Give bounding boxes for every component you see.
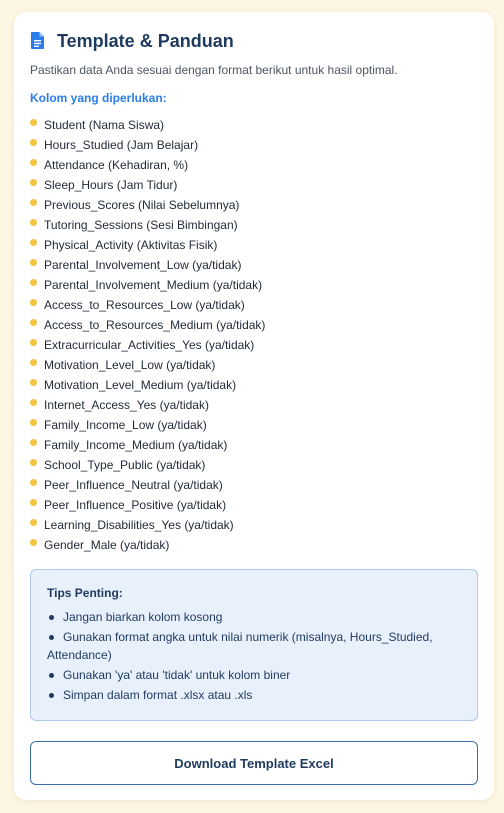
list-item: Attendance (Kehadiran, %) [30, 155, 478, 175]
column-name: School_Type_Public (ya/tidak) [44, 458, 206, 472]
tip-item: Gunakan 'ya' atau 'tidak' untuk kolom bi… [47, 666, 461, 684]
list-item: Access_to_Resources_Low (ya/tidak) [30, 295, 478, 315]
bullet-dot-icon [30, 299, 37, 306]
bullet-dot-icon [30, 119, 37, 126]
column-name: Motivation_Level_Low (ya/tidak) [44, 358, 216, 372]
page-subtitle: Pastikan data Anda sesuai dengan format … [30, 63, 398, 77]
column-name: Gender_Male (ya/tidak) [44, 538, 170, 552]
list-item: School_Type_Public (ya/tidak) [30, 455, 478, 475]
column-name: Parental_Involvement_Medium (ya/tidak) [44, 278, 263, 292]
list-item: Gender_Male (ya/tidak) [30, 535, 478, 555]
bullet-dot-icon [49, 635, 54, 640]
bullet-dot-icon [30, 239, 37, 246]
column-name: Peer_Influence_Positive (ya/tidak) [44, 498, 227, 512]
list-item: Internet_Access_Yes (ya/tidak) [30, 395, 478, 415]
tip-text: Gunakan 'ya' atau 'tidak' untuk kolom bi… [63, 668, 291, 682]
list-item: Physical_Activity (Aktivitas Fisik) [30, 235, 478, 255]
bullet-dot-icon [30, 159, 37, 166]
tip-text: Simpan dalam format .xlsx atau .xls [63, 688, 253, 702]
list-item: Parental_Involvement_Low (ya/tidak) [30, 255, 478, 275]
list-item: Previous_Scores (Nilai Sebelumnya) [30, 195, 478, 215]
bullet-dot-icon [49, 673, 54, 678]
column-name: Motivation_Level_Medium (ya/tidak) [44, 378, 237, 392]
column-name: Family_Income_Low (ya/tidak) [44, 418, 207, 432]
download-button-label: Download Template Excel [174, 755, 334, 771]
download-template-button[interactable]: Download Template Excel [30, 741, 478, 785]
bullet-dot-icon [49, 615, 54, 620]
tips-list: Jangan biarkan kolom kosong Gunakan forma… [47, 608, 461, 704]
bullet-dot-icon [30, 359, 37, 366]
list-item: Sleep_Hours (Jam Tidur) [30, 175, 478, 195]
page-title: Template & Panduan [57, 30, 234, 51]
bullet-dot-icon [30, 479, 37, 486]
column-name: Sleep_Hours (Jam Tidur) [44, 178, 178, 192]
bullet-dot-icon [30, 139, 37, 146]
columns-list: Student (Nama Siswa) Hours_Studied (Jam B… [30, 115, 478, 555]
list-item: Motivation_Level_Medium (ya/tidak) [30, 375, 478, 395]
bullet-dot-icon [30, 419, 37, 426]
list-item: Parental_Involvement_Medium (ya/tidak) [30, 275, 478, 295]
column-name: Extracurricular_Activities_Yes (ya/tidak… [44, 338, 255, 352]
bullet-dot-icon [30, 399, 37, 406]
tip-text: Jangan biarkan kolom kosong [63, 610, 223, 624]
tips-title: Tips Penting: [47, 586, 123, 600]
bullet-dot-icon [30, 539, 37, 546]
list-item: Family_Income_Low (ya/tidak) [30, 415, 478, 435]
bullet-dot-icon [30, 439, 37, 446]
list-item: Hours_Studied (Jam Belajar) [30, 135, 478, 155]
bullet-dot-icon [30, 259, 37, 266]
column-name: Physical_Activity (Aktivitas Fisik) [44, 238, 218, 252]
tip-item: Gunakan format angka untuk nilai numerik… [47, 628, 461, 664]
bullet-dot-icon [49, 693, 54, 698]
columns-heading: Kolom yang diperlukan: [30, 91, 167, 105]
list-item: Tutoring_Sessions (Sesi Bimbingan) [30, 215, 478, 235]
bullet-dot-icon [30, 459, 37, 466]
tips-box: Tips Penting: Jangan biarkan kolom koson… [30, 569, 478, 721]
bullet-dot-icon [30, 519, 37, 526]
tip-item: Jangan biarkan kolom kosong [47, 608, 461, 626]
column-name: Access_to_Resources_Low (ya/tidak) [44, 298, 245, 312]
list-item: Student (Nama Siswa) [30, 115, 478, 135]
bullet-dot-icon [30, 179, 37, 186]
bullet-dot-icon [30, 379, 37, 386]
list-item: Access_to_Resources_Medium (ya/tidak) [30, 315, 478, 335]
column-name: Family_Income_Medium (ya/tidak) [44, 438, 228, 452]
card-header: Template & Panduan [30, 30, 478, 52]
column-name: Attendance (Kehadiran, %) [44, 158, 189, 172]
list-item: Motivation_Level_Low (ya/tidak) [30, 355, 478, 375]
column-name: Access_to_Resources_Medium (ya/tidak) [44, 318, 266, 332]
column-name: Parental_Involvement_Low (ya/tidak) [44, 258, 242, 272]
column-name: Tutoring_Sessions (Sesi Bimbingan) [44, 218, 238, 232]
column-name: Hours_Studied (Jam Belajar) [44, 138, 199, 152]
tip-item: Simpan dalam format .xlsx atau .xls [47, 686, 461, 704]
column-name: Previous_Scores (Nilai Sebelumnya) [44, 198, 240, 212]
tip-text: Gunakan format angka untuk nilai numerik… [47, 630, 433, 662]
column-name: Internet_Access_Yes (ya/tidak) [44, 398, 209, 412]
template-guide-card: Template & Panduan Pastikan data Anda se… [14, 12, 494, 800]
list-item: Family_Income_Medium (ya/tidak) [30, 435, 478, 455]
column-name: Peer_Influence_Neutral (ya/tidak) [44, 478, 223, 492]
bullet-dot-icon [30, 319, 37, 326]
bullet-dot-icon [30, 339, 37, 346]
list-item: Peer_Influence_Positive (ya/tidak) [30, 495, 478, 515]
bullet-dot-icon [30, 279, 37, 286]
column-name: Student (Nama Siswa) [44, 118, 165, 132]
bullet-dot-icon [30, 499, 37, 506]
document-icon [31, 32, 47, 50]
bullet-dot-icon [30, 219, 37, 226]
list-item: Extracurricular_Activities_Yes (ya/tidak… [30, 335, 478, 355]
list-item: Peer_Influence_Neutral (ya/tidak) [30, 475, 478, 495]
column-name: Learning_Disabilities_Yes (ya/tidak) [44, 518, 234, 532]
list-item: Learning_Disabilities_Yes (ya/tidak) [30, 515, 478, 535]
bullet-dot-icon [30, 199, 37, 206]
